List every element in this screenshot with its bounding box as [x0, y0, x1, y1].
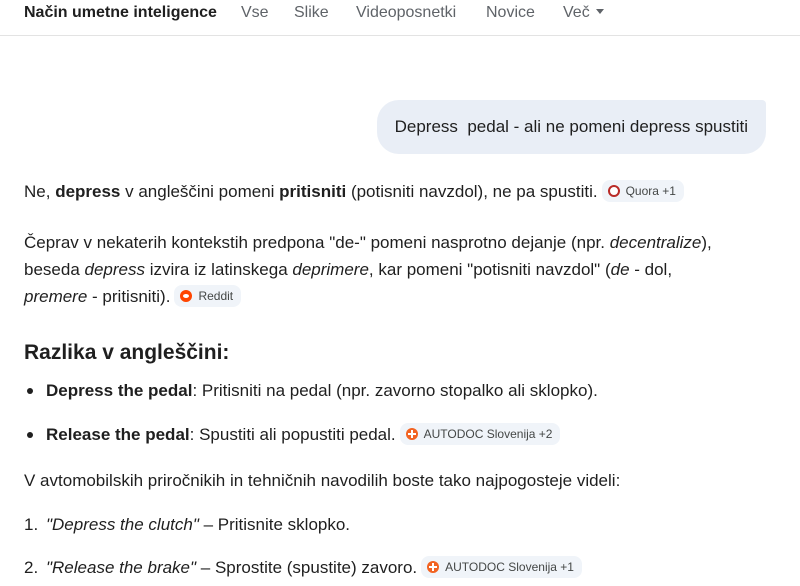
autodoc-icon — [427, 561, 440, 573]
bold-term: depress — [55, 182, 121, 201]
tab-ai-mode[interactable]: Način umetne inteligence — [24, 4, 217, 22]
quora-icon — [607, 185, 620, 197]
reddit-icon — [180, 290, 193, 302]
answer-paragraph-1: Ne, depress v angleščini pomeni pritisni… — [24, 178, 764, 205]
bold-term: Release the pedal — [46, 425, 190, 444]
tab-all[interactable]: Vse — [241, 4, 269, 22]
italic-term: premere — [24, 287, 88, 306]
list-item: 1. "Depress the clutch" – Pritisnite sklo… — [24, 511, 764, 538]
autodoc-icon — [405, 428, 418, 440]
source-chip-reddit[interactable]: Reddit — [174, 285, 242, 307]
italic-term: "Release the brake" — [46, 558, 197, 577]
italic-term: deprimere — [292, 260, 369, 279]
text: v angleščini pomeni — [120, 182, 280, 201]
text: : Pritisniti na pedal (npr. zavorno stop… — [192, 381, 598, 400]
tab-videos[interactable]: Videoposnetki — [356, 4, 456, 22]
italic-term: depress — [84, 260, 145, 279]
bold-term: Depress the pedal — [46, 381, 193, 400]
numbered-list: 1. "Depress the clutch" – Pritisnite sklo… — [24, 511, 764, 586]
source-chip-quora[interactable]: Quora +1 — [601, 180, 684, 202]
search-tabs-bar: Način umetne inteligence Vse Slike Video… — [0, 0, 800, 36]
source-chip-label: Quora +1 — [625, 184, 676, 198]
list-item: 2. "Release the brake" – Sprostite (spust… — [24, 554, 764, 581]
source-chip-autodoc[interactable]: AUTODOC Slovenija +2 — [399, 423, 561, 445]
text: (potisniti navzdol), ne pa spustiti. — [346, 182, 598, 201]
text: Čeprav v nekaterih kontekstih predpona "… — [24, 233, 610, 252]
section-heading: Razlika v angleščini: — [24, 341, 230, 364]
list-number: 1. — [24, 515, 39, 534]
list-item: Release the pedal: Spustiti ali popustit… — [24, 421, 764, 448]
source-chip-label: AUTODOC Slovenija +1 — [445, 560, 574, 574]
text: : Spustiti ali popustiti pedal. — [189, 425, 396, 444]
text: Ne, — [24, 182, 56, 201]
text: - pritisniti). — [87, 287, 171, 306]
italic-term: "Depress the clutch" — [46, 515, 199, 534]
source-chip-autodoc[interactable]: AUTODOC Slovenija +1 — [421, 556, 582, 578]
text: , kar pomeni "potisniti navzdol" ( — [368, 260, 611, 279]
italic-term: decentralize — [609, 233, 702, 252]
chevron-down-icon — [595, 9, 604, 14]
user-query-bubble: Depress pedal - ali ne pomeni depress sp… — [376, 100, 766, 154]
bullet-list: Depress the pedal: Pritisniti na pedal (… — [24, 377, 764, 465]
tab-images[interactable]: Slike — [294, 4, 329, 22]
answer-paragraph-3: V avtomobilskih priročnikih in tehničnih… — [24, 471, 621, 490]
tab-news[interactable]: Novice — [486, 4, 535, 22]
source-chip-label: AUTODOC Slovenija +2 — [423, 427, 553, 441]
text: – Sprostite (spustite) zavoro. — [196, 558, 418, 577]
bold-term: pritisniti — [279, 182, 347, 201]
text: - dol, — [629, 260, 673, 279]
italic-term: de — [610, 260, 630, 279]
list-item: Depress the pedal: Pritisniti na pedal (… — [24, 377, 764, 404]
list-number: 2. — [24, 558, 39, 577]
tab-more[interactable]: Več — [563, 4, 604, 22]
tab-more-label: Več — [563, 4, 590, 21]
source-chip-label: Reddit — [198, 289, 234, 303]
text: izvira iz latinskega — [144, 260, 293, 279]
answer-paragraph-2: Čeprav v nekaterih kontekstih predpona "… — [24, 229, 724, 310]
text: – Pritisnite sklopko. — [198, 515, 351, 534]
